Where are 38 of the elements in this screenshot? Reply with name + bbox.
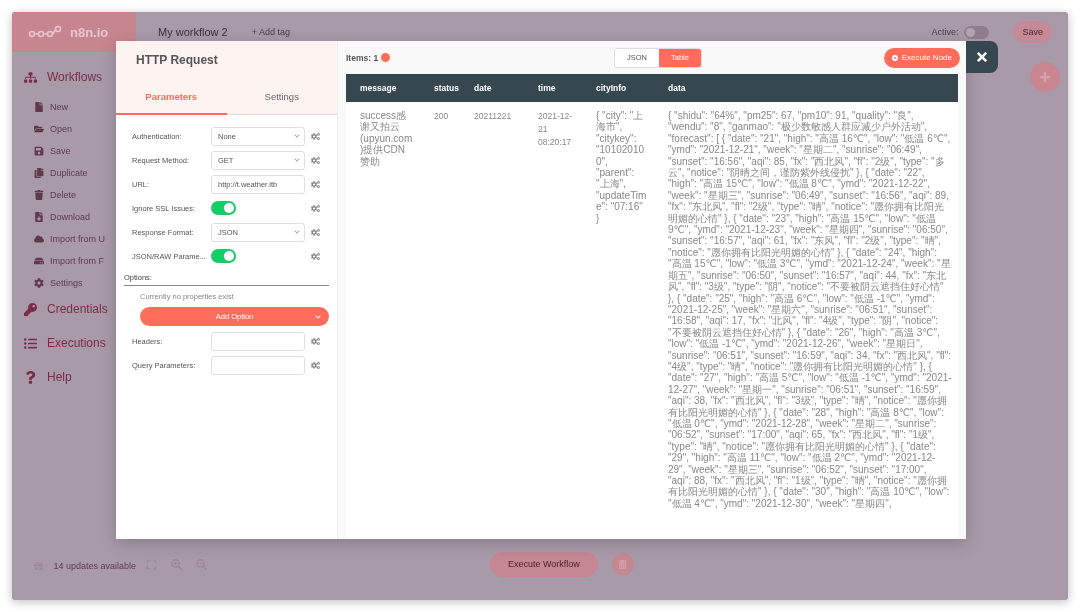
column-header: cityInfo xyxy=(595,83,628,93)
dialog-tab[interactable]: Parameters xyxy=(116,81,227,115)
sidebar-item-label: Credentials xyxy=(47,302,108,316)
logo-text: n8n.io xyxy=(70,24,109,40)
column-header: date xyxy=(473,83,493,93)
column-header: message xyxy=(359,83,398,93)
sidebar-item-label: Workflows xyxy=(47,70,103,84)
table-cell-text: { "city": "上海市", "citykey": "101020100", "parent": "上海", "updateTime": "07:16" } xyxy=(595,109,648,226)
sidebar-item-label: Open xyxy=(50,124,73,134)
updates-link[interactable]: 14 updates available xyxy=(53,561,136,571)
dialog-tab[interactable]: Settings xyxy=(226,81,337,115)
table-cell-text: 2021-12-21 08:20:17 xyxy=(537,110,574,149)
items-count: Items: 1 xyxy=(346,52,379,63)
sidebar-item-label: Download xyxy=(50,212,91,222)
sidebar-item-label: Import from U xyxy=(50,234,105,244)
sidebar-item-label: Executions xyxy=(47,336,106,350)
sidebar-item[interactable]: Credentials xyxy=(12,296,136,322)
column-header: data xyxy=(667,83,687,93)
sidebar-item-label: Import from F xyxy=(50,256,104,266)
column-header: status xyxy=(433,83,460,93)
table-cell-text: success感谢又拍云(upyun.com)提供CDN赞助 xyxy=(359,109,414,169)
sidebar-item-label: Duplicate xyxy=(50,168,88,178)
table-cell-text: 200 xyxy=(433,110,450,123)
sidebar-item-label: Settings xyxy=(50,278,83,288)
execute-workflow-button[interactable]: Execute Workflow xyxy=(490,551,598,577)
add-tag-link[interactable]: + Add tag xyxy=(251,27,290,37)
sidebar-item-label: Delete xyxy=(50,190,76,200)
sidebar-item-label: New xyxy=(50,102,68,112)
sidebar-item-label: Save xyxy=(50,146,71,156)
sidebar-item-label: Help xyxy=(47,370,72,384)
save-button[interactable]: Save xyxy=(1013,21,1052,43)
execute-node-button[interactable]: Execute Node xyxy=(883,47,960,68)
column-header: time xyxy=(537,83,557,93)
active-label: Active: xyxy=(931,27,959,37)
dialog-title: HTTP Request xyxy=(135,53,219,69)
table-cell-text: { "shidu": "64%", "pm25": 67, "pm10": 91, "quality": "良", "wendu": "8", "ganmao": "极少数敏感人群应减少户外活动", "forecast": [ { "date": "21", "high": "高温 16℃", "low": "低温 6℃", "ymd": "2021-12-21", "week": "星期二", "sunrise": "06:49", "sunset": "16:56", "aqi": 85, "fx": "西北风", "fl": "2级", "type": "多云", "notice": "阴晴之间，谨防紫外线侵扰" }, { "date": "22", "high": "高温 15℃", "low": "低温 8℃", "ymd": "2021-12-22", "week": "星期三", "sunrise": "06:49", "sunset": "16:56", "aqi": 89, "fx": "东北风", "fl": "2级", "type": "晴", "notice": "愿你拥有比阳光明媚的心情" }, { "date": "23", "high": "高温 15℃", "low": "低温 9℃", "ymd": "2021-12-23", "week": "星期四", "sunrise": "06:50", "sunset": "16:57", "aqi": 61, "fx": "东风", "fl": "2级", "type": "晴", "notice": "愿你拥有比阳光明媚的心情" }, { "date": "24", "high": "高温 15℃", "low": "低温 3℃", "ymd": "2021-12-24", "week": "星期五", "sunrise": "06:50", "sunset": "16:57", "aqi": 44, "fx": "东北风", "fl": "3级", "type": "阴", "notice": "不要被阴云遮挡住好心情" }, { "date": "25", "high": "高温 6℃", "low": "低温 -1℃", "ymd": "2021-12-25", "week": "星期六", "sunrise": "06:51", "sunset": "16:58", "aqi": 17, "fx": "北风", "fl": "4级", "type": "阴", "notice": "不要被阴云遮挡住好心情" }, { "date": "26", "high": "高温 3℃", "low": "低温 -1℃", "ymd": "2021-12-26", "week": "星期日", "sunrise": "06:51", "sunset": "16:59", "aqi": 34, "fx": "西北风", "fl": "4级", "type": "晴", "notice": "愿你拥有比阳光明媚的心情" }, { "date": "27", "high": "高温 5℃", "low": "低温 -1℃", "ymd": "2021-12-27", "week": "星期一", "sunrise": "06:51", "sunset": "16:59", "aqi": 38, "fx": "西北风", "fl": "3级", "type": "晴", "notice": "愿你拥有比阳光明媚的心情" }, { "date": "28", "high": "高温 8℃", "low": "低温 0℃", "ymd": "2021-12-28", "week": "星期二", "sunrise": "06:52", "sunset": "17:00", "aqi": 65, "fx": "西北风", "fl": "1级", "type": "晴", "notice": "愿你拥有比阳光明媚的心情" }, { "date": "29", "high": "高温 11℃", "low": "低温 2℃", "ymd": "2021-12-29", "week": "星期三", "sunrise": "06:52", "sunset": "17:00", "aqi": 88, "fx": "西北风", "fl": "1级", "type": "晴", "notice": "愿你拥有比阳光明媚的心情" }, { "date": "30", "high": "高温 10℃", "low": "低温 4℃", "ymd": "2021-12-30", "week": "星期四", xyxy=(667,109,953,510)
table-cell-text: 20211221 xyxy=(473,110,513,123)
workflow-name[interactable]: My workflow 2 xyxy=(158,26,228,38)
